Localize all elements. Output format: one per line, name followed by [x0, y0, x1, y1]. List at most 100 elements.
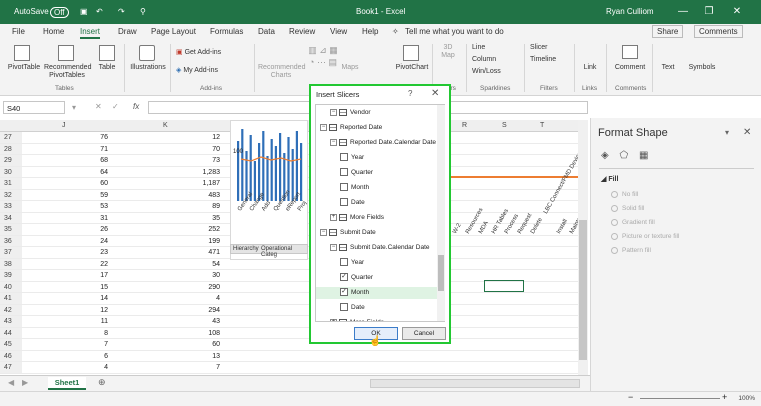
picture-fill-option[interactable]: Picture or texture fill: [611, 233, 679, 240]
link-button[interactable]: Link: [578, 64, 602, 72]
comments-button[interactable]: Comments: [694, 25, 743, 38]
slicer-field-item[interactable]: − Reported Date: [316, 122, 438, 134]
cell-j[interactable]: 53: [40, 201, 108, 212]
row-number[interactable]: 30: [0, 166, 22, 177]
sparkline-winloss-button[interactable]: Win/Loss: [472, 68, 522, 76]
cell-j[interactable]: 22: [40, 259, 108, 270]
slicer-field-item[interactable]: − Submit Date.Calendar Date: [316, 242, 438, 254]
slicer-field-item[interactable]: ✓ Month: [316, 287, 438, 299]
cell-j[interactable]: 71: [40, 144, 108, 155]
close-icon[interactable]: ✕: [431, 88, 439, 99]
slicer-field-item[interactable]: Year: [316, 257, 438, 269]
row-number[interactable]: 44: [0, 327, 22, 338]
slicer-field-item[interactable]: Year: [316, 152, 438, 164]
fill-section-header[interactable]: ◢ Fill: [601, 175, 618, 183]
column-header-r[interactable]: R: [462, 122, 467, 129]
slicer-button[interactable]: Slicer: [530, 44, 570, 52]
row-number[interactable]: 36: [0, 235, 22, 246]
cell-k[interactable]: 13: [130, 351, 220, 362]
cell-k[interactable]: 4: [130, 293, 220, 304]
cell-j[interactable]: 11: [40, 316, 108, 327]
table-row[interactable]: 42 12 294: [0, 304, 584, 316]
row-number[interactable]: 46: [0, 350, 22, 361]
cell-j[interactable]: 14: [40, 293, 108, 304]
row-number[interactable]: 33: [0, 201, 22, 212]
cancel-entry-icon[interactable]: ✕: [95, 102, 102, 111]
save-icon[interactable]: ▣: [80, 7, 88, 16]
slicer-field-item[interactable]: + More Fields: [316, 212, 438, 224]
expand-icon[interactable]: +: [330, 213, 337, 221]
name-box[interactable]: S40: [3, 101, 65, 114]
cell-k[interactable]: 70: [130, 144, 220, 155]
horizontal-scrollbar[interactable]: [370, 379, 580, 388]
column-header-t[interactable]: T: [540, 122, 544, 129]
expand-icon[interactable]: −: [320, 228, 327, 236]
row-number[interactable]: 37: [0, 247, 22, 258]
cell-j[interactable]: 17: [40, 270, 108, 281]
table-row[interactable]: 44 8 108: [0, 327, 584, 339]
row-number[interactable]: 38: [0, 258, 22, 269]
cell-j[interactable]: 6: [40, 351, 108, 362]
slicer-field-item[interactable]: + More Fields: [316, 317, 438, 321]
field-checkbox[interactable]: ✓: [340, 273, 348, 282]
table-row[interactable]: 47 4 7: [0, 362, 584, 374]
field-list-scrollbar[interactable]: [437, 105, 445, 321]
cell-k[interactable]: 1,187: [130, 178, 220, 189]
cell-j[interactable]: 12: [40, 305, 108, 316]
vertical-scrollbar[interactable]: [578, 120, 588, 380]
cell-j[interactable]: 4: [40, 362, 108, 373]
fill-line-icon[interactable]: ◈: [601, 150, 609, 161]
expand-icon[interactable]: −: [330, 138, 337, 146]
cell-k[interactable]: 60: [130, 339, 220, 350]
cell-j[interactable]: 31: [40, 213, 108, 224]
cell-j[interactable]: 68: [40, 155, 108, 166]
close-window-icon[interactable]: ✕: [728, 4, 746, 20]
redo-icon[interactable]: ↷: [118, 7, 125, 16]
expand-icon[interactable]: −: [330, 108, 337, 116]
cell-k[interactable]: 471: [130, 247, 220, 258]
cell-j[interactable]: 76: [40, 132, 108, 143]
table-row[interactable]: 46 6 13: [0, 350, 584, 362]
cell-j[interactable]: 24: [40, 236, 108, 247]
cell-k[interactable]: 12: [130, 132, 220, 143]
confirm-entry-icon[interactable]: ✓: [112, 102, 119, 111]
field-list-scroll-thumb[interactable]: [438, 255, 444, 291]
row-number[interactable]: 42: [0, 304, 22, 315]
cell-j[interactable]: 60: [40, 178, 108, 189]
row-number[interactable]: 43: [0, 316, 22, 327]
sparkline-column-button[interactable]: Column: [472, 56, 522, 64]
row-number[interactable]: 31: [0, 178, 22, 189]
sheet-tab-sheet1[interactable]: Sheet1: [48, 377, 86, 390]
slicer-field-item[interactable]: − Vendor: [316, 107, 438, 119]
name-box-dropdown-icon[interactable]: ▾: [72, 103, 76, 112]
field-checkbox[interactable]: [340, 198, 348, 207]
maps-button[interactable]: Maps: [338, 64, 362, 72]
tab-home[interactable]: Home: [43, 27, 64, 36]
table-row[interactable]: 41 14 4: [0, 293, 584, 305]
pivot-field-hierarchy[interactable]: Hierarchy: [233, 246, 259, 252]
recommended-charts-button[interactable]: Recommended Charts: [258, 64, 305, 80]
zoom-out-icon[interactable]: −: [628, 392, 633, 402]
cell-k[interactable]: 483: [130, 190, 220, 201]
slicer-field-item[interactable]: Quarter: [316, 167, 438, 179]
user-name[interactable]: Ryan Culliom: [606, 7, 654, 16]
touch-mode-icon[interactable]: ⚲: [140, 7, 146, 16]
pane-options-icon[interactable]: ▾: [725, 128, 729, 137]
my-addins-button[interactable]: ◈ My Add-ins: [176, 67, 236, 75]
cell-k[interactable]: 73: [130, 155, 220, 166]
pivottable-button[interactable]: PivotTable: [4, 64, 44, 72]
tab-help[interactable]: Help: [362, 27, 378, 36]
zoom-level[interactable]: 100%: [738, 395, 755, 402]
no-fill-option[interactable]: No fill: [611, 191, 638, 198]
column-header-s[interactable]: S: [502, 122, 507, 129]
timeline-button[interactable]: Timeline: [530, 56, 570, 64]
row-number[interactable]: 39: [0, 270, 22, 281]
pane-close-icon[interactable]: ✕: [743, 127, 751, 138]
cell-k[interactable]: 35: [130, 213, 220, 224]
tab-insert[interactable]: Insert: [80, 27, 101, 39]
tab-page-layout[interactable]: Page Layout: [151, 27, 196, 36]
selected-cell[interactable]: [484, 280, 524, 292]
field-checkbox[interactable]: [340, 183, 348, 192]
table-row[interactable]: 38 22 54: [0, 258, 584, 270]
tell-me-search[interactable]: Tell me what you want to do: [405, 27, 504, 36]
